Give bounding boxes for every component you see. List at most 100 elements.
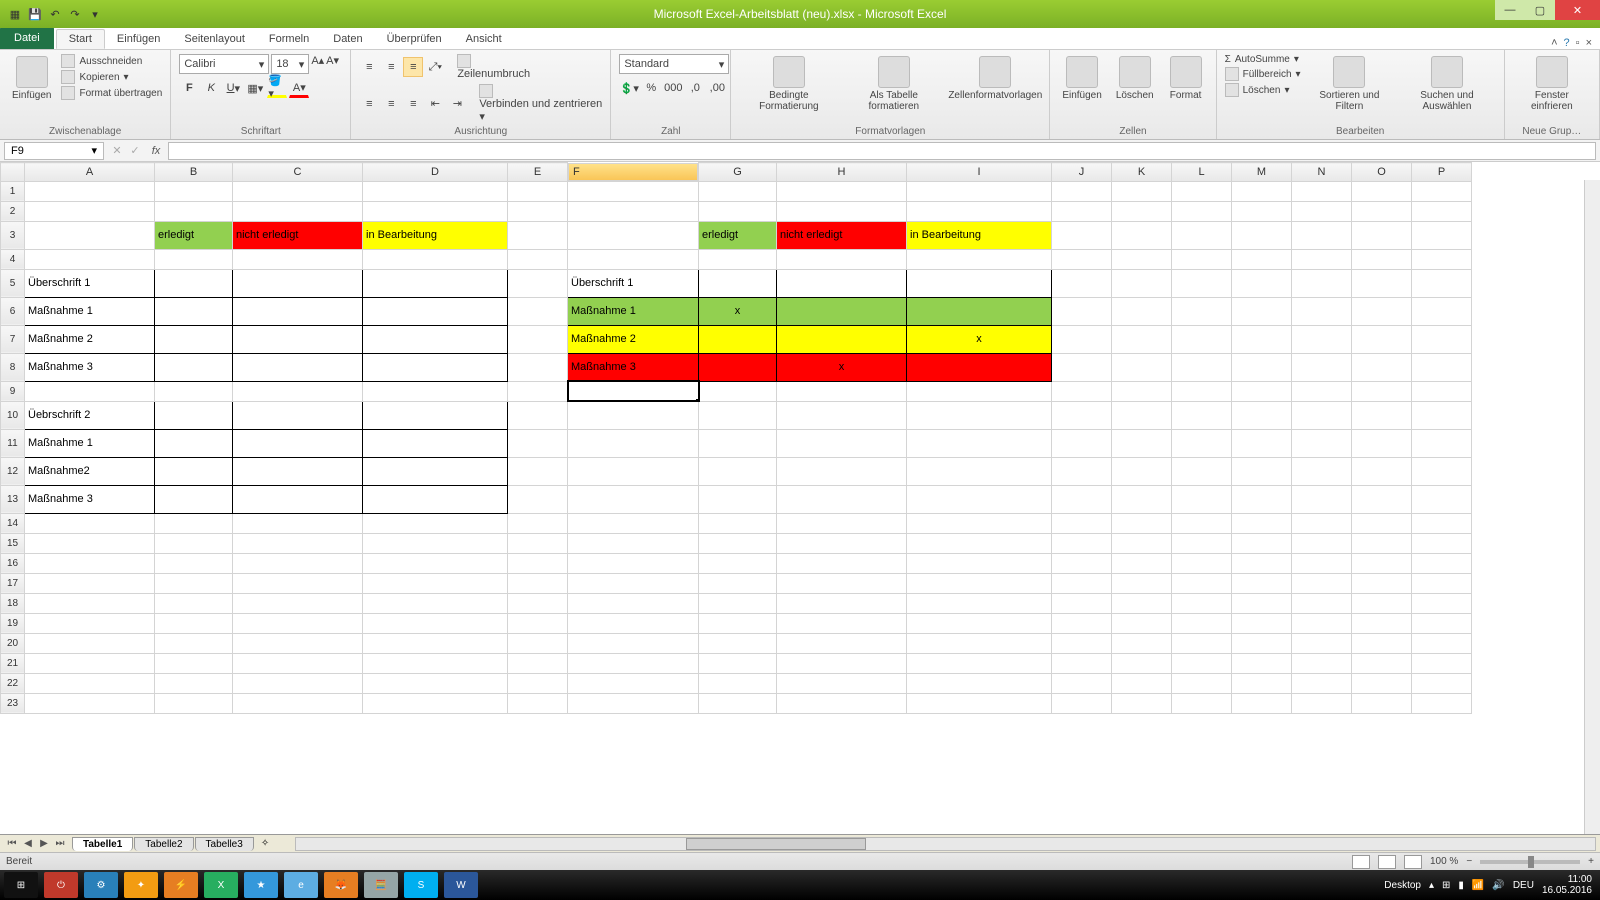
help-icon[interactable]: ? (1564, 37, 1570, 49)
row-header-15[interactable]: 15 (1, 533, 25, 553)
cell-H19[interactable] (777, 613, 907, 633)
view-normal-icon[interactable] (1352, 855, 1370, 869)
cell-J13[interactable] (1052, 485, 1112, 513)
cell-P4[interactable] (1412, 249, 1472, 269)
orientation-icon[interactable]: ⤢▾ (425, 57, 445, 77)
cell-E7[interactable] (508, 325, 568, 353)
cell-F17[interactable] (568, 573, 699, 593)
number-format-select[interactable]: Standard▾ (619, 54, 729, 74)
cell-E3[interactable] (508, 221, 568, 249)
cell-K15[interactable] (1112, 533, 1172, 553)
cell-O4[interactable] (1352, 249, 1412, 269)
autosum-button[interactable]: Σ AutoSumme ▾ (1225, 54, 1301, 65)
cell-A18[interactable] (25, 593, 155, 613)
cell-K20[interactable] (1112, 633, 1172, 653)
view-layout-icon[interactable] (1378, 855, 1396, 869)
format-as-table-button[interactable]: Als Tabelle formatieren (844, 54, 943, 114)
cell-K6[interactable] (1112, 297, 1172, 325)
cell-M5[interactable] (1232, 269, 1292, 297)
cell-C16[interactable] (233, 553, 363, 573)
col-header-B[interactable]: B (155, 163, 233, 182)
grow-font-icon[interactable]: A▴ (311, 54, 324, 74)
cell-C15[interactable] (233, 533, 363, 553)
underline-button[interactable]: U▾ (223, 78, 243, 98)
cell-B6[interactable] (155, 297, 233, 325)
cell-K4[interactable] (1112, 249, 1172, 269)
cell-L1[interactable] (1172, 181, 1232, 201)
cell-N7[interactable] (1292, 325, 1352, 353)
tab-file[interactable]: Datei (0, 27, 54, 49)
cell-I22[interactable] (907, 673, 1052, 693)
col-header-O[interactable]: O (1352, 163, 1412, 182)
cell-E9[interactable] (508, 381, 568, 401)
sheet-nav-first-icon[interactable]: ⏮ (4, 838, 20, 849)
cell-O22[interactable] (1352, 673, 1412, 693)
cell-I14[interactable] (907, 513, 1052, 533)
tray-desktop[interactable]: Desktop (1384, 880, 1421, 891)
cell-C20[interactable] (233, 633, 363, 653)
cell-J8[interactable] (1052, 353, 1112, 381)
cell-I9[interactable] (907, 381, 1052, 401)
cell-D10[interactable] (363, 401, 508, 429)
cell-I8[interactable] (907, 353, 1052, 381)
row-header-13[interactable]: 13 (1, 485, 25, 513)
sort-filter-button[interactable]: Sortieren und Filtern (1307, 54, 1393, 114)
cell-M18[interactable] (1232, 593, 1292, 613)
cell-H16[interactable] (777, 553, 907, 573)
cell-H2[interactable] (777, 201, 907, 221)
copy-button[interactable]: Kopieren ▾ (61, 70, 162, 84)
cell-O21[interactable] (1352, 653, 1412, 673)
cell-N22[interactable] (1292, 673, 1352, 693)
col-header-A[interactable]: A (25, 163, 155, 182)
cell-K2[interactable] (1112, 201, 1172, 221)
cell-C2[interactable] (233, 201, 363, 221)
cell-O6[interactable] (1352, 297, 1412, 325)
cell-J3[interactable] (1052, 221, 1112, 249)
cell-B5[interactable] (155, 269, 233, 297)
cell-J10[interactable] (1052, 401, 1112, 429)
row-header-20[interactable]: 20 (1, 633, 25, 653)
cell-K21[interactable] (1112, 653, 1172, 673)
align-left-icon[interactable]: ≡ (359, 94, 379, 114)
tray-icon-1[interactable]: ⊞ (1442, 880, 1450, 891)
cell-M20[interactable] (1232, 633, 1292, 653)
cell-P10[interactable] (1412, 401, 1472, 429)
cell-A14[interactable] (25, 513, 155, 533)
row-header-2[interactable]: 2 (1, 201, 25, 221)
cell-P8[interactable] (1412, 353, 1472, 381)
taskbar-app-6[interactable]: ★ (244, 872, 278, 898)
cell-P14[interactable] (1412, 513, 1472, 533)
cell-D13[interactable] (363, 485, 508, 513)
cell-H21[interactable] (777, 653, 907, 673)
cell-H9[interactable] (777, 381, 907, 401)
cell-F12[interactable] (568, 457, 699, 485)
cell-L20[interactable] (1172, 633, 1232, 653)
cell-D12[interactable] (363, 457, 508, 485)
cell-G15[interactable] (699, 533, 777, 553)
cell-M11[interactable] (1232, 429, 1292, 457)
cell-D2[interactable] (363, 201, 508, 221)
row-header-18[interactable]: 18 (1, 593, 25, 613)
cell-K18[interactable] (1112, 593, 1172, 613)
cell-M15[interactable] (1232, 533, 1292, 553)
zoom-slider[interactable] (1480, 860, 1580, 864)
cell-E20[interactable] (508, 633, 568, 653)
cell-A17[interactable] (25, 573, 155, 593)
align-center-icon[interactable]: ≡ (381, 94, 401, 114)
cell-N3[interactable] (1292, 221, 1352, 249)
cell-I1[interactable] (907, 181, 1052, 201)
cell-J23[interactable] (1052, 693, 1112, 713)
indent-dec-icon[interactable]: ⇤ (425, 94, 445, 114)
cell-H5[interactable] (777, 269, 907, 297)
select-all-corner[interactable] (1, 163, 25, 182)
cell-D18[interactable] (363, 593, 508, 613)
col-header-I[interactable]: I (907, 163, 1052, 182)
cell-J15[interactable] (1052, 533, 1112, 553)
cell-B9[interactable] (155, 381, 233, 401)
cell-H3[interactable]: nicht erledigt (777, 221, 907, 249)
cell-K1[interactable] (1112, 181, 1172, 201)
taskbar-app-1[interactable]: ⏻ (44, 872, 78, 898)
font-color-button[interactable]: A▾ (289, 78, 309, 98)
tab-ansicht[interactable]: Ansicht (454, 29, 514, 49)
cell-B14[interactable] (155, 513, 233, 533)
